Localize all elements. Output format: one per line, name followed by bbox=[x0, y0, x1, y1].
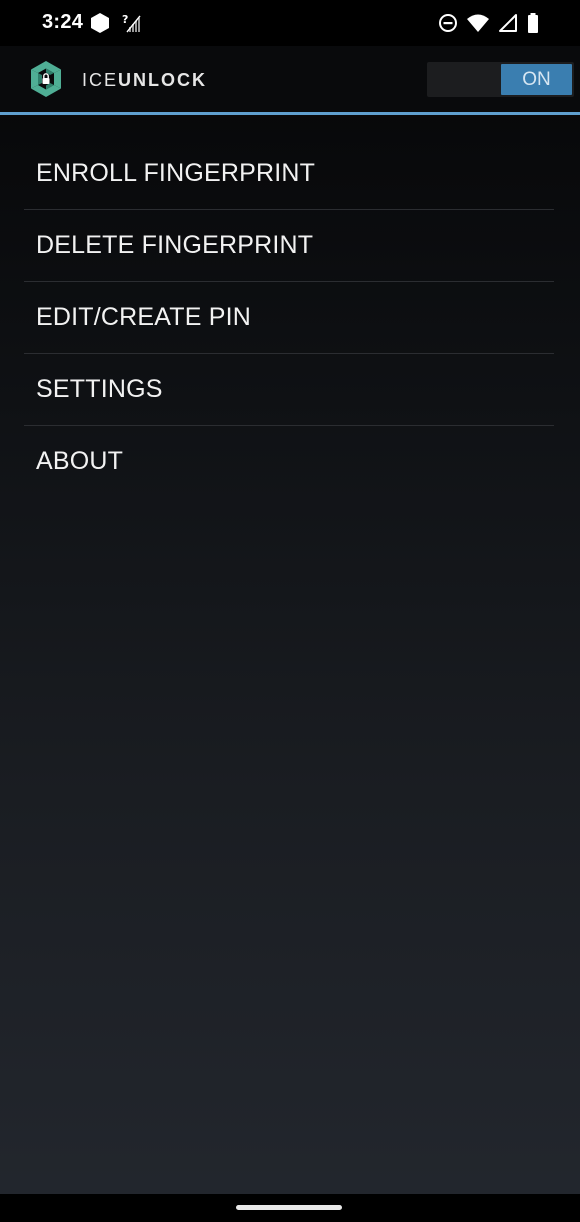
status-time: 3:24 bbox=[42, 11, 84, 33]
menu-item-settings[interactable]: SETTINGS bbox=[24, 354, 554, 426]
no-signal-icon: ? bbox=[122, 13, 142, 33]
navigation-bar bbox=[0, 1194, 580, 1222]
iceunlock-logo-icon bbox=[26, 59, 66, 99]
action-bar-divider bbox=[0, 112, 580, 115]
do-not-disturb-icon bbox=[438, 13, 458, 33]
menu-item-label: SETTINGS bbox=[36, 375, 163, 403]
shield-icon bbox=[90, 12, 110, 34]
action-bar: ICEUNLOCK ON bbox=[0, 46, 580, 112]
app-name-ice: ICE bbox=[82, 70, 119, 90]
menu-item-about[interactable]: ABOUT bbox=[24, 426, 554, 497]
app-name-unlock: UNLOCK bbox=[118, 70, 208, 90]
main-menu: ENROLL FINGERPRINT DELETE FINGERPRINT ED… bbox=[24, 138, 554, 497]
status-bar: 3:24 ? bbox=[0, 0, 580, 46]
toggle-on-label: ON bbox=[501, 64, 572, 95]
status-right-icons bbox=[438, 12, 540, 34]
menu-item-label: ENROLL FINGERPRINT bbox=[36, 159, 316, 187]
screen: 3:24 ? ICEUNLOCK ON ENROLL FINGERPRINT D… bbox=[0, 0, 580, 1222]
wifi-icon bbox=[466, 13, 490, 33]
menu-item-delete-fingerprint[interactable]: DELETE FINGERPRINT bbox=[24, 210, 554, 282]
menu-item-enroll-fingerprint[interactable]: ENROLL FINGERPRINT bbox=[24, 138, 554, 210]
menu-item-label: DELETE FINGERPRINT bbox=[36, 231, 314, 259]
svg-text:?: ? bbox=[122, 13, 128, 26]
home-gesture-handle[interactable] bbox=[236, 1205, 342, 1210]
menu-item-edit-create-pin[interactable]: EDIT/CREATE PIN bbox=[24, 282, 554, 354]
battery-icon bbox=[526, 12, 540, 34]
lock-toggle-switch[interactable]: ON bbox=[427, 62, 574, 97]
status-left-icons: ? bbox=[90, 12, 142, 34]
app-name: ICEUNLOCK bbox=[82, 70, 207, 91]
menu-item-label: EDIT/CREATE PIN bbox=[36, 303, 252, 331]
cell-signal-icon bbox=[498, 13, 518, 33]
menu-item-label: ABOUT bbox=[36, 447, 124, 475]
